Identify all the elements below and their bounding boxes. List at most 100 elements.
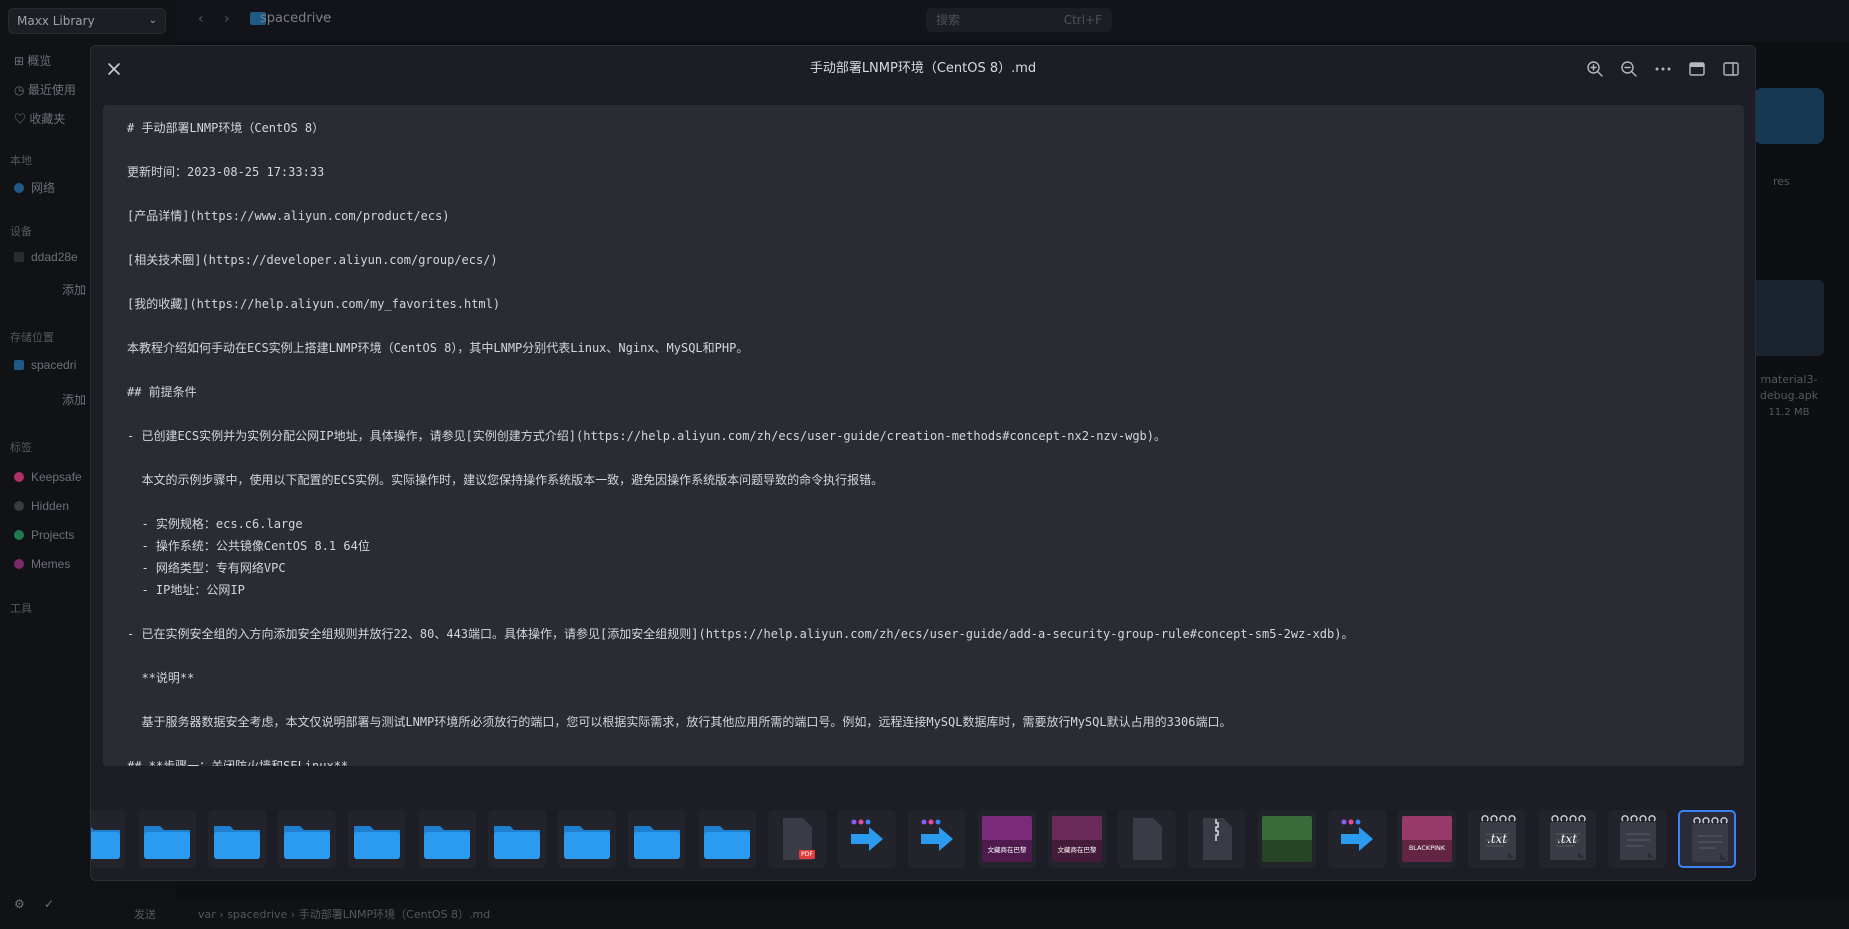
modal-header: 手动部署LNMP环境（CentOS 8）.md xyxy=(91,46,1755,92)
markdown-line: 本文的示例步骤中，使用以下配置的ECS实例。实际操作时，建议您保持操作系统版本一… xyxy=(127,473,884,487)
shortcut-thumbnail[interactable] xyxy=(838,810,896,868)
image-caption: 文藏商在巴黎 xyxy=(987,846,1027,854)
tag-item[interactable]: Projects xyxy=(14,528,74,542)
markdown-line: 基于服务器数据安全考虑，本文仅说明部署与测试LNMP环境所必须放行的端口，您可以… xyxy=(127,715,1232,729)
sidebar-item-device[interactable]: ddad28e xyxy=(14,250,78,264)
sidebar-item-overview[interactable]: ⊞ 概览 xyxy=(14,52,51,69)
apk-thumbnail[interactable] xyxy=(1752,280,1824,356)
settings-icon[interactable]: ⚙ xyxy=(14,897,25,911)
markdown-line: - 已创建ECS实例并为实例分配公网IP地址，具体操作，请参见[实例创建方式介绍… xyxy=(127,429,1166,443)
folder-thumbnail[interactable] xyxy=(418,810,476,868)
image-thumbnail[interactable]: BLACKPINK xyxy=(1398,810,1456,868)
shortcut-thumbnail[interactable] xyxy=(908,810,966,868)
arrow-right-icon xyxy=(921,819,953,851)
markdown-line: - 已在实例安全组的入方向添加安全组规则并放行22、80、443端口。具体操作，… xyxy=(127,627,1354,641)
close-icon[interactable] xyxy=(103,58,125,80)
back-icon[interactable]: ‹ xyxy=(198,11,204,27)
image-icon xyxy=(1262,816,1312,862)
folder-thumbnail[interactable] xyxy=(558,810,616,868)
sidebar-icon[interactable] xyxy=(1721,59,1741,79)
folder-icon xyxy=(144,826,190,859)
heart-icon: ♡ xyxy=(14,112,30,126)
image-caption: 文藏商在巴黎 xyxy=(1057,846,1097,854)
markdown-line: - 网络类型：专有网络VPC xyxy=(127,561,286,575)
image-icon xyxy=(982,816,1032,862)
zoom-in-icon[interactable] xyxy=(1585,59,1605,79)
file-thumbnail[interactable] xyxy=(1118,810,1176,868)
markdown-line: # 手动部署LNMP环境（CentOS 8） xyxy=(127,121,325,135)
markdown-line: 更新时间：2023-08-25 17:33:33 xyxy=(127,165,325,179)
path-segment[interactable]: 手动部署LNMP环境（CentOS 8）.md xyxy=(299,908,491,921)
pdf-thumbnail[interactable]: PDF xyxy=(768,810,826,868)
check-icon[interactable]: ✓ xyxy=(44,897,54,911)
markdown-preview[interactable]: # 手动部署LNMP环境（CentOS 8） 更新时间：2023-08-25 17… xyxy=(103,105,1744,766)
markdown-line: **说明** xyxy=(127,671,195,685)
markdown-line: ## **步骤一：关闭防火墙和SELinux** xyxy=(127,759,349,766)
folder-thumbnail[interactable] xyxy=(488,810,546,868)
sidebar-item-network[interactable]: 网络 xyxy=(14,179,55,196)
image-thumbnail[interactable] xyxy=(1258,810,1316,868)
folder-icon xyxy=(564,826,610,859)
note-thumbnail[interactable] xyxy=(1678,810,1736,868)
path-segment[interactable]: spacedrive xyxy=(227,908,287,921)
folder-thumbnail[interactable] xyxy=(138,810,196,868)
note-thumbnail[interactable] xyxy=(1608,810,1666,868)
folder-thumbnail[interactable] xyxy=(278,810,336,868)
library-switcher[interactable]: Maxx Library ⌄ xyxy=(8,8,166,34)
path-segment[interactable]: var xyxy=(198,908,216,921)
markdown-line: - IP地址：公网IP xyxy=(127,583,245,597)
folder-thumbnail[interactable] xyxy=(698,810,756,868)
overview-icon: ⊞ xyxy=(14,54,28,68)
panel-icon[interactable] xyxy=(1687,59,1707,79)
sidebar-item-favorites[interactable]: ♡ 收藏夹 xyxy=(14,110,65,127)
tag-item[interactable]: Keepsafe xyxy=(14,470,82,484)
forward-icon[interactable]: › xyxy=(224,11,230,27)
text-file-thumbnail[interactable]: .txt xyxy=(1538,810,1596,868)
tag-color-icon xyxy=(14,501,24,511)
markdown-line: - 操作系统：公共镜像CentOS 8.1 64位 xyxy=(127,539,370,553)
image-thumbnail[interactable]: 文藏商在巴黎 xyxy=(978,810,1036,868)
notepad-icon xyxy=(1620,815,1656,860)
quick-preview-modal: 手动部署LNMP环境（CentOS 8）.md # 手动部署LNMP环境（Cen… xyxy=(90,45,1756,881)
image-icon xyxy=(1402,816,1452,862)
chevron-down-icon: ⌄ xyxy=(148,15,157,26)
folder-thumbnail[interactable] xyxy=(1754,88,1824,144)
add-location-button[interactable]: 添加 xyxy=(62,391,86,408)
folder-icon xyxy=(354,826,400,859)
tag-color-icon xyxy=(14,559,24,569)
current-folder: spacedrive xyxy=(260,11,332,26)
folder-thumbnail[interactable] xyxy=(208,810,266,868)
folder-thumbnail[interactable] xyxy=(628,810,686,868)
tag-item[interactable]: Memes xyxy=(14,557,70,571)
section-tags: 标签 xyxy=(10,442,32,454)
thumbnail-strip[interactable]: PDF 文藏商在巴黎 文藏商在巴黎 BLACKPINK .txt .txt xyxy=(91,800,1755,880)
text-file-thumbnail[interactable]: .txt xyxy=(1468,810,1526,868)
clock-icon: ◷ xyxy=(14,83,28,97)
shortcut-thumbnail[interactable] xyxy=(1328,810,1386,868)
zoom-out-icon[interactable] xyxy=(1619,59,1639,79)
folder-icon xyxy=(91,827,120,859)
arrow-right-icon xyxy=(851,819,883,851)
add-device-button[interactable]: 添加 xyxy=(62,281,86,298)
search-input[interactable]: 搜索 Ctrl+F xyxy=(926,8,1112,32)
more-icon[interactable] xyxy=(1653,59,1673,79)
image-thumbnail[interactable]: 文藏商在巴黎 xyxy=(1048,810,1106,868)
tag-item[interactable]: Hidden xyxy=(14,499,69,513)
section-devices: 设备 xyxy=(10,226,32,238)
folder-thumbnail[interactable] xyxy=(91,810,126,868)
sidebar-item-recents[interactable]: ◷ 最近使用 xyxy=(14,81,76,98)
pdf-badge: PDF xyxy=(801,851,813,858)
sidebar-item-location[interactable]: spacedri xyxy=(14,358,76,372)
folder-thumbnail[interactable] xyxy=(348,810,406,868)
archive-thumbnail[interactable] xyxy=(1188,810,1246,868)
markdown-text: # 手动部署LNMP环境（CentOS 8） 更新时间：2023-08-25 17… xyxy=(103,105,1744,766)
